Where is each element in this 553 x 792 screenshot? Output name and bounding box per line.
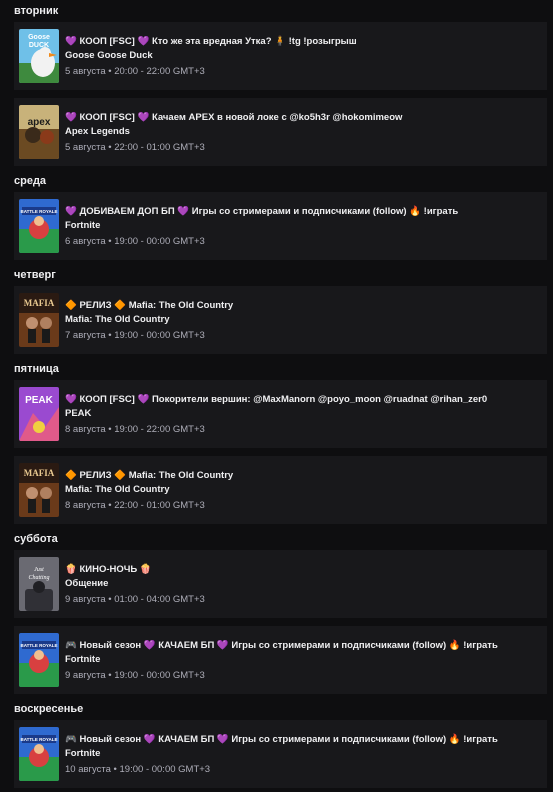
- event-game-link[interactable]: PEAK: [65, 407, 487, 420]
- event-time: 7 августа • 19:00 - 00:00 GMT+3: [65, 329, 205, 341]
- svg-text:BATTLE ROYALE: BATTLE ROYALE: [20, 643, 57, 648]
- day-header: среда: [14, 175, 47, 187]
- event-title: 🔶 РЕЛИЗ 🔶 Mafia: The Old Country: [65, 299, 234, 311]
- day-header: воскресенье: [14, 703, 84, 715]
- event-info: 🎮 Новый сезон 💜 КАЧАЕМ БП 💜 Игры со стри…: [65, 733, 498, 776]
- svg-text:DUCK: DUCK: [29, 42, 49, 49]
- day-header: суббота: [14, 533, 58, 545]
- event-info: 🎮 Новый сезон 💜 КАЧАЕМ БП 💜 Игры со стри…: [65, 639, 498, 682]
- event-game-link[interactable]: Mafia: The Old Country: [65, 483, 233, 496]
- event-game-link[interactable]: Общение: [65, 577, 205, 590]
- event-info: 💜 КООП [FSC] 💜 Кто же эта вредная Утка? …: [65, 35, 357, 78]
- event-title: 🎮 Новый сезон 💜 КАЧАЕМ БП 💜 Игры со стри…: [65, 733, 498, 745]
- svg-text:BATTLE ROYALE: BATTLE ROYALE: [20, 737, 57, 742]
- svg-text:Chatting: Chatting: [28, 575, 49, 581]
- day-header: вторник: [14, 5, 59, 17]
- svg-text:apex: apex: [28, 117, 51, 128]
- stream-schedule: вторник Goose DUCK 💜 КООП [FSC] 💜 Кто же эт…: [0, 0, 553, 792]
- event-info: 💜 КООП [FSC] 💜 Качаем APEX в новой локе …: [65, 111, 402, 154]
- event-info: 🔶 РЕЛИЗ 🔶 Mafia: The Old Country Mafia: T…: [65, 469, 233, 512]
- svg-text:Just: Just: [34, 567, 44, 573]
- svg-text:MAFIA: MAFIA: [24, 468, 55, 478]
- event-info: 🍿 КИНО-НОЧЬ 🍿 Общение 9 августа • 01:00 - …: [65, 563, 205, 606]
- event-title: 🍿 КИНО-НОЧЬ 🍿: [65, 563, 152, 575]
- svg-text:MAFIA: MAFIA: [24, 298, 55, 308]
- game-cover-image[interactable]: PEAK: [19, 387, 59, 441]
- event-time: 10 августа • 19:00 - 00:00 GMT+3: [65, 763, 211, 775]
- schedule-event-card[interactable]: BATTLE ROYALE 🎮 Новый сезон 💜 КАЧАЕМ БП 💜…: [14, 626, 547, 694]
- event-time: 9 августа • 19:00 - 00:00 GMT+3: [65, 669, 205, 681]
- schedule-event-card[interactable]: Just Chatting 🍿 КИНО-НОЧЬ 🍿 Общение 9 август…: [14, 550, 547, 618]
- event-info: 💜 ДОБИВАЕМ ДОП БП 💜 Игры со стримерами и…: [65, 205, 458, 248]
- event-game-link[interactable]: Fortnite: [65, 653, 498, 666]
- event-time: 5 августа • 20:00 - 22:00 GMT+3: [65, 65, 205, 77]
- event-title: 🎮 Новый сезон 💜 КАЧАЕМ БП 💜 Игры со стри…: [65, 639, 498, 651]
- event-game-link[interactable]: Fortnite: [65, 219, 458, 232]
- schedule-event-card[interactable]: Goose DUCK 💜 КООП [FSC] 💜 Кто же эта вредн…: [14, 22, 547, 90]
- event-game-link[interactable]: Apex Legends: [65, 125, 402, 138]
- schedule-event-card[interactable]: apex 💜 КООП [FSC] 💜 Качаем APEX в новой л…: [14, 98, 547, 166]
- day-spacer: [0, 788, 553, 792]
- schedule-event-card[interactable]: PEAK 💜 КООП [FSC] 💜 Покорители вершин: @M…: [14, 380, 547, 448]
- schedule-event-card[interactable]: BATTLE ROYALE 💜 ДОБИВАЕМ ДОП БП 💜 Игры со…: [14, 192, 547, 260]
- event-info: 💜 КООП [FSC] 💜 Покорители вершин: @MaxMa…: [65, 393, 487, 436]
- event-game-link[interactable]: Goose Goose Duck: [65, 49, 357, 62]
- svg-text:Goose: Goose: [28, 34, 50, 41]
- game-cover-image[interactable]: Goose DUCK: [19, 29, 59, 83]
- event-title: 💜 КООП [FSC] 💜 Кто же эта вредная Утка? …: [65, 35, 357, 47]
- event-title: 💜 КООП [FSC] 💜 Покорители вершин: @MaxMa…: [65, 393, 488, 405]
- event-game-link[interactable]: Fortnite: [65, 747, 498, 760]
- event-info: 🔶 РЕЛИЗ 🔶 Mafia: The Old Country Mafia: T…: [65, 299, 233, 342]
- event-title: 💜 КООП [FSC] 💜 Качаем APEX в новой локе …: [65, 111, 403, 123]
- event-title: 💜 ДОБИВАЕМ ДОП БП 💜 Игры со стримерами и…: [65, 205, 459, 217]
- event-time: 5 августа • 22:00 - 01:00 GMT+3: [65, 141, 205, 153]
- day-header: пятница: [14, 363, 59, 375]
- game-cover-image[interactable]: apex: [19, 105, 59, 159]
- event-time: 8 августа • 19:00 - 22:00 GMT+3: [65, 423, 205, 435]
- event-title: 🔶 РЕЛИЗ 🔶 Mafia: The Old Country: [65, 469, 234, 481]
- svg-text:BATTLE ROYALE: BATTLE ROYALE: [20, 209, 57, 214]
- day-header: четверг: [14, 269, 56, 281]
- schedule-event-card[interactable]: MAFIA 🔶 РЕЛИЗ 🔶 Mafia: The Old Country Maf…: [14, 286, 547, 354]
- event-time: 9 августа • 01:00 - 04:00 GMT+3: [65, 593, 205, 605]
- game-cover-image[interactable]: BATTLE ROYALE: [19, 633, 59, 687]
- game-cover-image[interactable]: MAFIA: [19, 293, 59, 347]
- svg-text:PEAK: PEAK: [25, 395, 54, 406]
- event-time: 6 августа • 19:00 - 00:00 GMT+3: [65, 235, 205, 247]
- game-cover-image[interactable]: BATTLE ROYALE: [19, 727, 59, 781]
- event-game-link[interactable]: Mafia: The Old Country: [65, 313, 233, 326]
- schedule-event-card[interactable]: BATTLE ROYALE 🎮 Новый сезон 💜 КАЧАЕМ БП 💜…: [14, 720, 547, 788]
- game-cover-image[interactable]: Just Chatting: [19, 557, 59, 611]
- schedule-event-card[interactable]: MAFIA 🔶 РЕЛИЗ 🔶 Mafia: The Old Country Maf…: [14, 456, 547, 524]
- game-cover-image[interactable]: MAFIA: [19, 463, 59, 517]
- event-time: 8 августа • 22:00 - 01:00 GMT+3: [65, 499, 205, 511]
- game-cover-image[interactable]: BATTLE ROYALE: [19, 199, 59, 253]
